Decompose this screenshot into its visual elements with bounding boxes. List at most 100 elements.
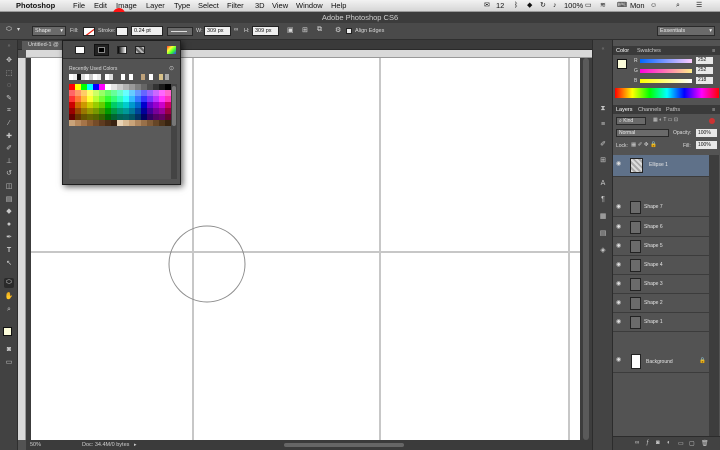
visibility-eye-icon[interactable]: ◉ [616, 319, 623, 325]
swatch-cell[interactable] [117, 102, 123, 108]
new-layer-icon[interactable]: ▢ [689, 440, 695, 447]
swatch-cell[interactable] [75, 90, 81, 96]
lasso-tool-icon[interactable]: ◌ [4, 81, 14, 91]
swatch-cell[interactable] [147, 120, 153, 126]
swatch-cell[interactable] [93, 84, 99, 90]
gear-icon[interactable]: ⚙ [335, 26, 341, 34]
input-source-icon[interactable]: ⌨ [617, 1, 627, 11]
swatch-cell[interactable] [87, 90, 93, 96]
layer-name[interactable]: Shape 6 [644, 224, 663, 230]
swatch-cell[interactable] [93, 120, 99, 126]
zoom-tool-icon[interactable]: ⌕ [4, 305, 14, 315]
swatch-cell[interactable] [117, 108, 123, 114]
swatch-cell[interactable] [129, 108, 135, 114]
swatch-cell[interactable] [141, 90, 147, 96]
swatch-cell[interactable] [75, 102, 81, 108]
swatch-cell[interactable] [105, 102, 111, 108]
g-value[interactable]: 252 [696, 67, 713, 74]
swatch-cell[interactable] [153, 114, 159, 120]
swatch-cell[interactable] [111, 102, 117, 108]
layer-name[interactable]: Shape 7 [644, 204, 663, 210]
link-icon[interactable]: ∞ [234, 27, 238, 33]
swatch-cell[interactable] [117, 84, 123, 90]
ellipse-shape[interactable] [168, 225, 248, 305]
pen-tool-icon[interactable]: ✒ [4, 233, 14, 243]
swatch-cell[interactable] [69, 120, 75, 126]
fill-value[interactable]: 100% [696, 141, 717, 149]
swatch-cell[interactable] [81, 102, 87, 108]
swatch-cell[interactable] [69, 102, 75, 108]
layer-mask-icon[interactable]: ◙ [656, 440, 660, 446]
swatch-cell[interactable] [123, 96, 129, 102]
foreground-color-swatch[interactable] [3, 327, 12, 336]
swatch-cell[interactable] [75, 114, 81, 120]
filter-toggle[interactable] [709, 118, 715, 124]
swatch-cell[interactable] [87, 108, 93, 114]
status-menu-arrow-icon[interactable]: ▸ [134, 442, 137, 448]
swatch-cell[interactable] [123, 102, 129, 108]
panel-grip-icon[interactable]: » [4, 44, 14, 49]
swatch-cell[interactable] [117, 90, 123, 96]
panel-menu-icon[interactable]: ≡ [712, 106, 715, 114]
zoom-level[interactable]: 50% [30, 442, 41, 448]
swatch-cell[interactable] [129, 96, 135, 102]
swatch-cell[interactable] [147, 84, 153, 90]
swatch-cell[interactable] [135, 102, 141, 108]
layer-row-shape-6[interactable]: ◉ Shape 6 [613, 218, 709, 237]
swatch-cell[interactable] [87, 114, 93, 120]
swatch-cell[interactable] [147, 96, 153, 102]
visibility-eye-icon[interactable]: ◉ [616, 281, 623, 287]
swatch-cell[interactable] [123, 90, 129, 96]
vertical-scroll-thumb[interactable] [583, 58, 589, 440]
visibility-eye-icon[interactable]: ◉ [616, 161, 623, 167]
tab-swatches[interactable]: Swatches [637, 47, 661, 55]
dropbox-icon[interactable]: ◆ [527, 1, 532, 11]
menu-help[interactable]: Help [331, 1, 346, 11]
height-field[interactable]: 309 px [252, 26, 279, 36]
swatch-cell[interactable] [147, 108, 153, 114]
clone-source-panel-icon[interactable]: ⊞ [598, 156, 608, 166]
swatch-cell[interactable] [75, 84, 81, 90]
vertical-ruler[interactable] [18, 58, 26, 440]
adjustment-layer-icon[interactable]: ◐ [667, 440, 671, 446]
path-alignment-icon[interactable]: ⊞ [302, 26, 308, 34]
notes-panel-icon[interactable]: ▤ [598, 229, 608, 239]
menu-day[interactable]: Mon [630, 1, 645, 11]
layer-name[interactable]: Ellipse 1 [649, 162, 668, 168]
brush-panel-icon[interactable]: ✐ [598, 140, 608, 150]
no-color-button[interactable] [75, 46, 85, 54]
swatch-cell[interactable] [117, 120, 123, 126]
gradient-tool-icon[interactable]: ▤ [4, 195, 14, 205]
color-spectrum-bar[interactable] [615, 88, 719, 98]
swatch-cell[interactable] [81, 96, 87, 102]
color-panel-fg-swatch[interactable] [617, 59, 627, 69]
layer-row-shape-7[interactable]: ◉ Shape 7 [613, 198, 709, 217]
swatch-cell[interactable] [75, 120, 81, 126]
menu-file[interactable]: File [73, 1, 85, 11]
swatch-cell[interactable] [69, 84, 75, 90]
layer-row-shape-1[interactable]: ◉ Shape 1 [613, 313, 709, 332]
opacity-value[interactable]: 100% [696, 129, 717, 137]
swatch-cell[interactable] [147, 102, 153, 108]
tab-paths[interactable]: Paths [666, 106, 680, 114]
layer-name[interactable]: Background [646, 359, 673, 365]
tab-color[interactable]: Color [616, 47, 629, 55]
swatch-cell[interactable] [105, 108, 111, 114]
quick-mask-icon[interactable]: ◙ [4, 345, 14, 355]
swatch-cell[interactable] [93, 102, 99, 108]
swatch-cell[interactable] [135, 90, 141, 96]
swatch-cell[interactable] [75, 96, 81, 102]
swatch-cell[interactable] [99, 84, 105, 90]
swatch-cell[interactable] [159, 102, 165, 108]
lock-icons[interactable]: ▦ ✐ ✥ 🔒 [631, 142, 657, 148]
path-operations-icon[interactable]: ▣ [287, 26, 294, 34]
swatch-cell[interactable] [135, 120, 141, 126]
stroke-swatch[interactable] [116, 27, 128, 36]
swatch-cell[interactable] [141, 96, 147, 102]
swatch-cell[interactable] [111, 96, 117, 102]
swatch-cell[interactable] [105, 114, 111, 120]
layer-row-shape-3[interactable]: ◉ Shape 3 [613, 275, 709, 294]
swatch-cell[interactable] [81, 90, 87, 96]
swatch-cell[interactable] [105, 120, 111, 126]
layer-name[interactable]: Shape 1 [644, 319, 663, 325]
